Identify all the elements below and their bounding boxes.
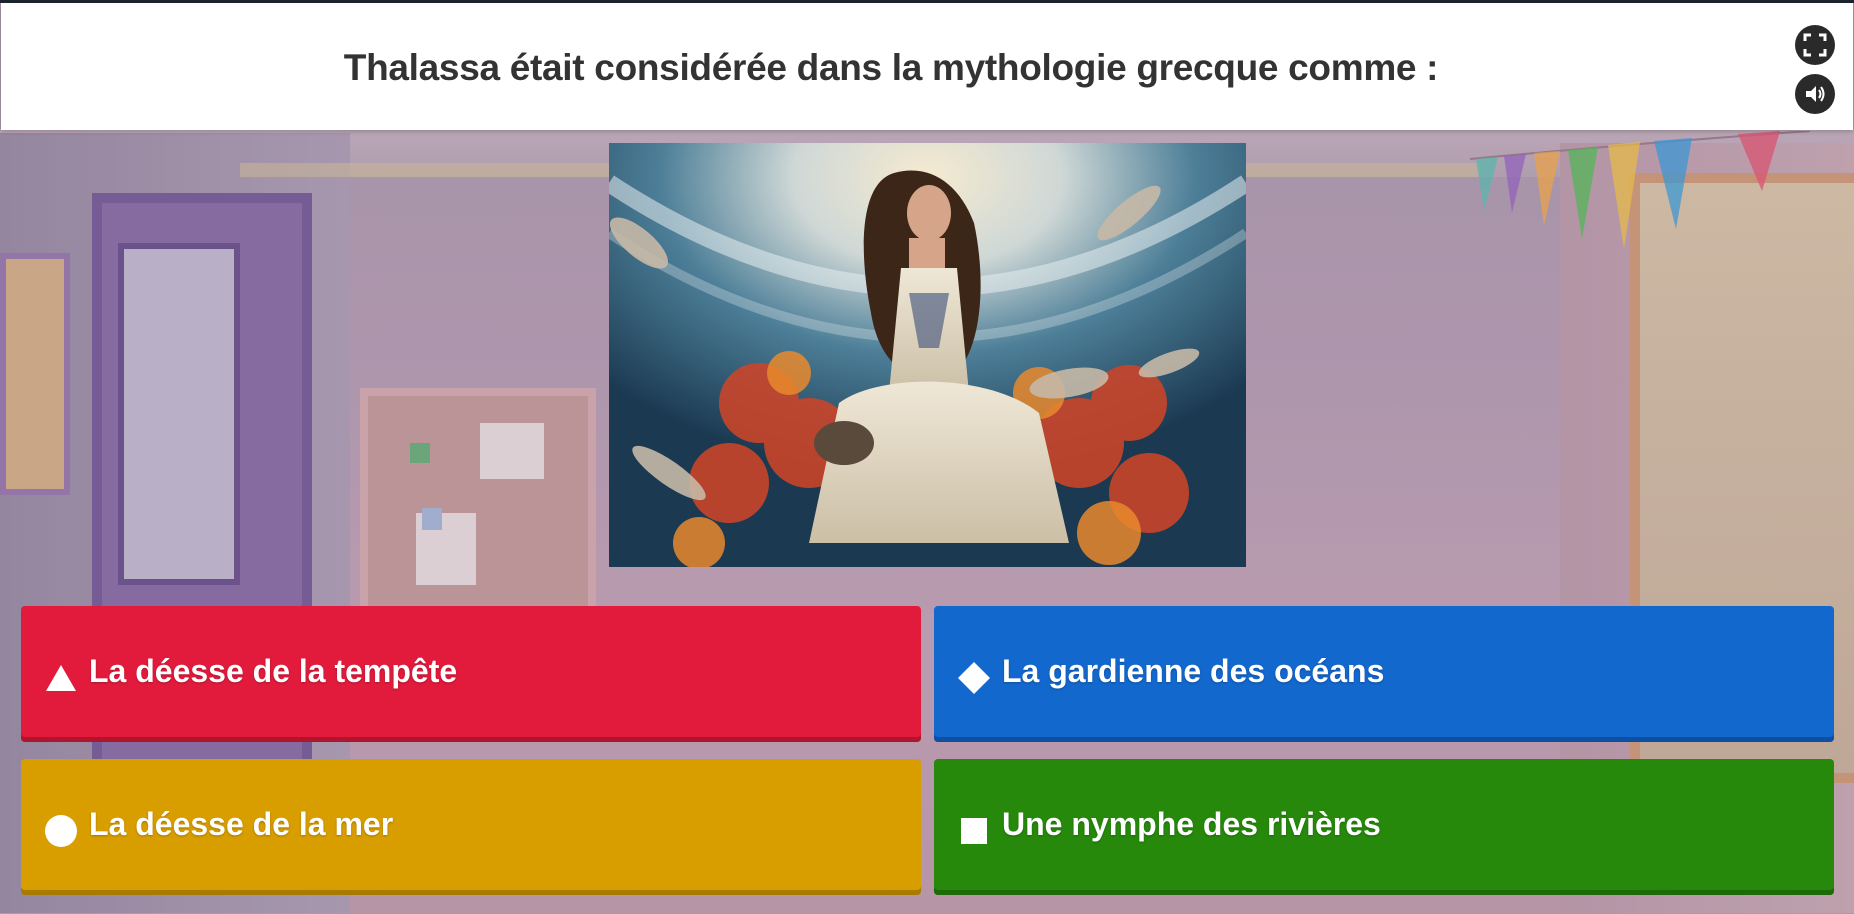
sound-button[interactable] <box>1795 74 1835 114</box>
answer-button-square[interactable]: Une nymphe des rivières <box>934 759 1834 895</box>
question-header: Thalassa était considérée dans la mythol… <box>1 3 1853 130</box>
answer-label: La gardienne des océans <box>1002 652 1385 689</box>
question-image <box>609 143 1246 567</box>
circle-icon <box>43 813 79 849</box>
game-screen: La déesse de la tempête La gardienne des… <box>0 3 1854 914</box>
answer-label: La déesse de la mer <box>89 805 394 842</box>
answer-button-circle[interactable]: La déesse de la mer <box>21 759 921 895</box>
square-icon <box>956 813 992 849</box>
answer-button-triangle[interactable]: La déesse de la tempête <box>21 606 921 742</box>
fullscreen-button[interactable] <box>1795 25 1835 65</box>
speaker-icon <box>1806 86 1825 102</box>
answer-label: La déesse de la tempête <box>89 652 458 689</box>
question-title: Thalassa était considérée dans la mythol… <box>343 46 1439 88</box>
diamond-icon <box>956 660 992 696</box>
sea-goddess-illustration <box>609 143 1246 567</box>
answer-button-diamond[interactable]: La gardienne des océans <box>934 606 1834 742</box>
fullscreen-icon <box>1803 33 1827 57</box>
triangle-icon <box>43 660 79 696</box>
answer-label: Une nymphe des rivières <box>1002 805 1381 842</box>
